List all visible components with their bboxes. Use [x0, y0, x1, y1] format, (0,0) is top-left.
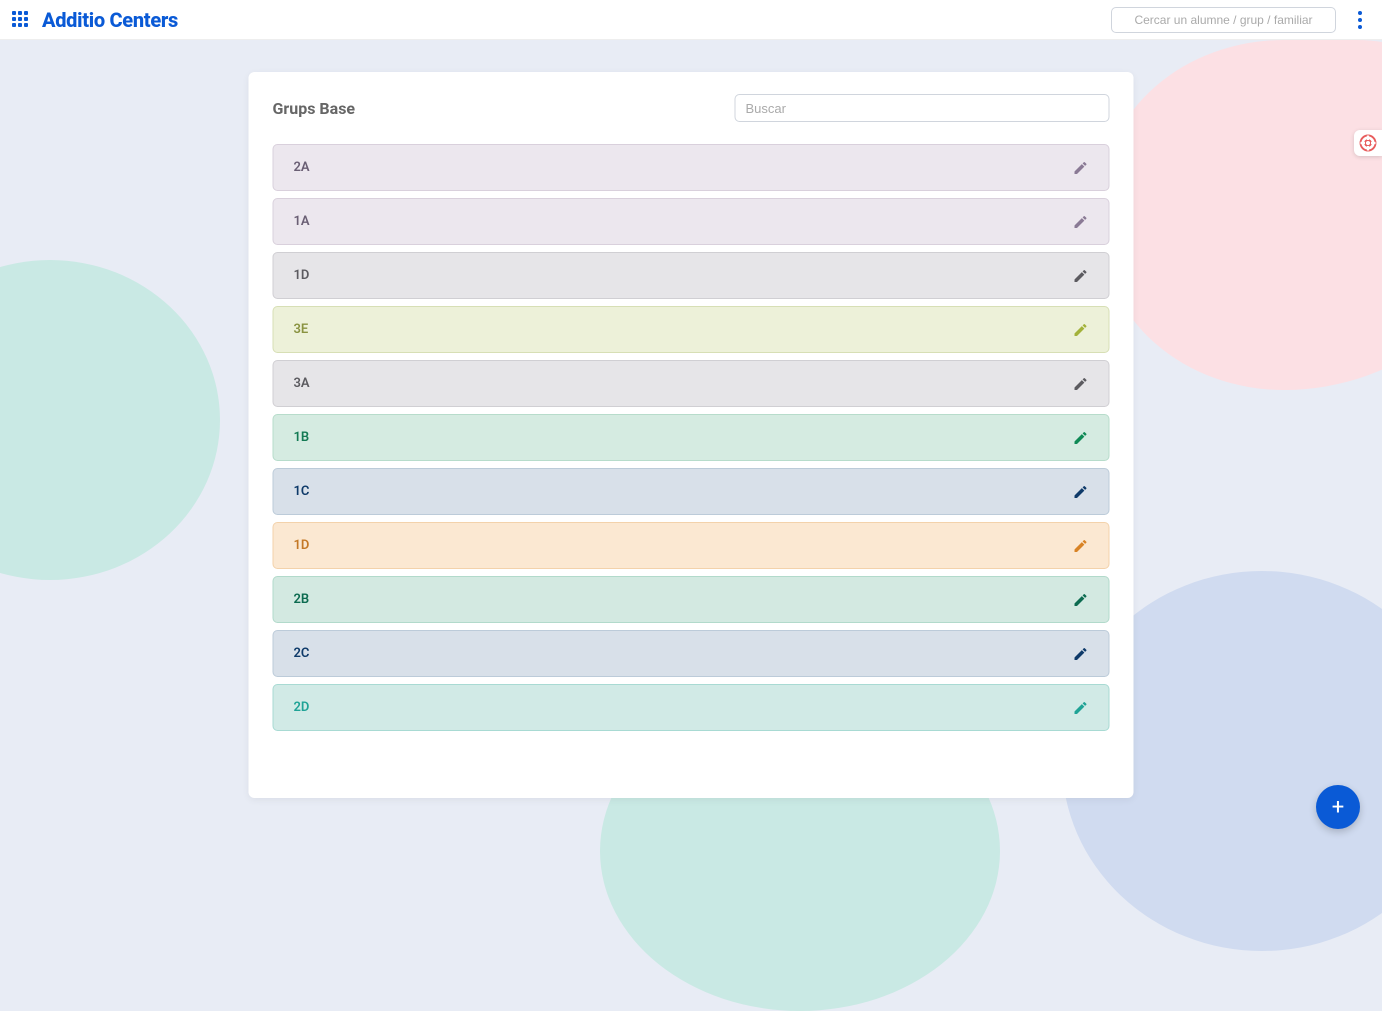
group-row[interactable]: 1C: [273, 468, 1110, 515]
pencil-icon[interactable]: [1073, 430, 1089, 446]
card-header: Grups Base: [273, 94, 1110, 122]
app-header: Additio Centers: [0, 0, 1382, 40]
group-label: 2D: [294, 700, 310, 715]
group-row[interactable]: 2D: [273, 684, 1110, 731]
group-label: 1D: [294, 268, 310, 283]
groups-card: Grups Base 2A 1A 1D 3E 3A 1B 1C 1D 2B 2C 2D: [249, 72, 1134, 798]
group-label: 2B: [294, 592, 310, 607]
brand-title: Additio Centers: [42, 8, 178, 32]
page-title: Grups Base: [273, 99, 356, 118]
pencil-icon[interactable]: [1073, 376, 1089, 392]
group-row[interactable]: 3A: [273, 360, 1110, 407]
pencil-icon[interactable]: [1073, 538, 1089, 554]
group-label: 2C: [294, 646, 310, 661]
pencil-icon[interactable]: [1073, 268, 1089, 284]
group-row[interactable]: 1B: [273, 414, 1110, 461]
overflow-menu-icon[interactable]: [1350, 10, 1370, 30]
pencil-icon[interactable]: [1073, 646, 1089, 662]
pencil-icon[interactable]: [1073, 484, 1089, 500]
pencil-icon[interactable]: [1073, 700, 1089, 716]
lifebuoy-icon: [1359, 134, 1377, 152]
group-row[interactable]: 2C: [273, 630, 1110, 677]
apps-grid-icon[interactable]: [12, 11, 30, 29]
plus-icon: +: [1332, 795, 1344, 820]
group-label: 1D: [294, 538, 310, 553]
group-row[interactable]: 2A: [273, 144, 1110, 191]
add-button[interactable]: +: [1316, 785, 1360, 829]
group-row[interactable]: 1D: [273, 522, 1110, 569]
group-search-input[interactable]: [735, 94, 1110, 122]
bg-decoration: [1102, 40, 1382, 390]
pencil-icon[interactable]: [1073, 592, 1089, 608]
group-label: 1B: [294, 430, 310, 445]
group-label: 1A: [294, 214, 310, 229]
group-label: 3A: [294, 376, 310, 391]
group-row[interactable]: 1A: [273, 198, 1110, 245]
global-search-input[interactable]: [1111, 7, 1336, 33]
group-row[interactable]: 3E: [273, 306, 1110, 353]
pencil-icon[interactable]: [1073, 322, 1089, 338]
group-label: 2A: [294, 160, 310, 175]
pencil-icon[interactable]: [1073, 214, 1089, 230]
group-label: 1C: [294, 484, 310, 499]
group-label: 3E: [294, 322, 309, 337]
group-row[interactable]: 2B: [273, 576, 1110, 623]
groups-list: 2A 1A 1D 3E 3A 1B 1C 1D 2B 2C 2D: [273, 144, 1110, 731]
help-widget[interactable]: [1354, 130, 1382, 156]
pencil-icon[interactable]: [1073, 160, 1089, 176]
bg-decoration: [0, 260, 220, 580]
group-row[interactable]: 1D: [273, 252, 1110, 299]
